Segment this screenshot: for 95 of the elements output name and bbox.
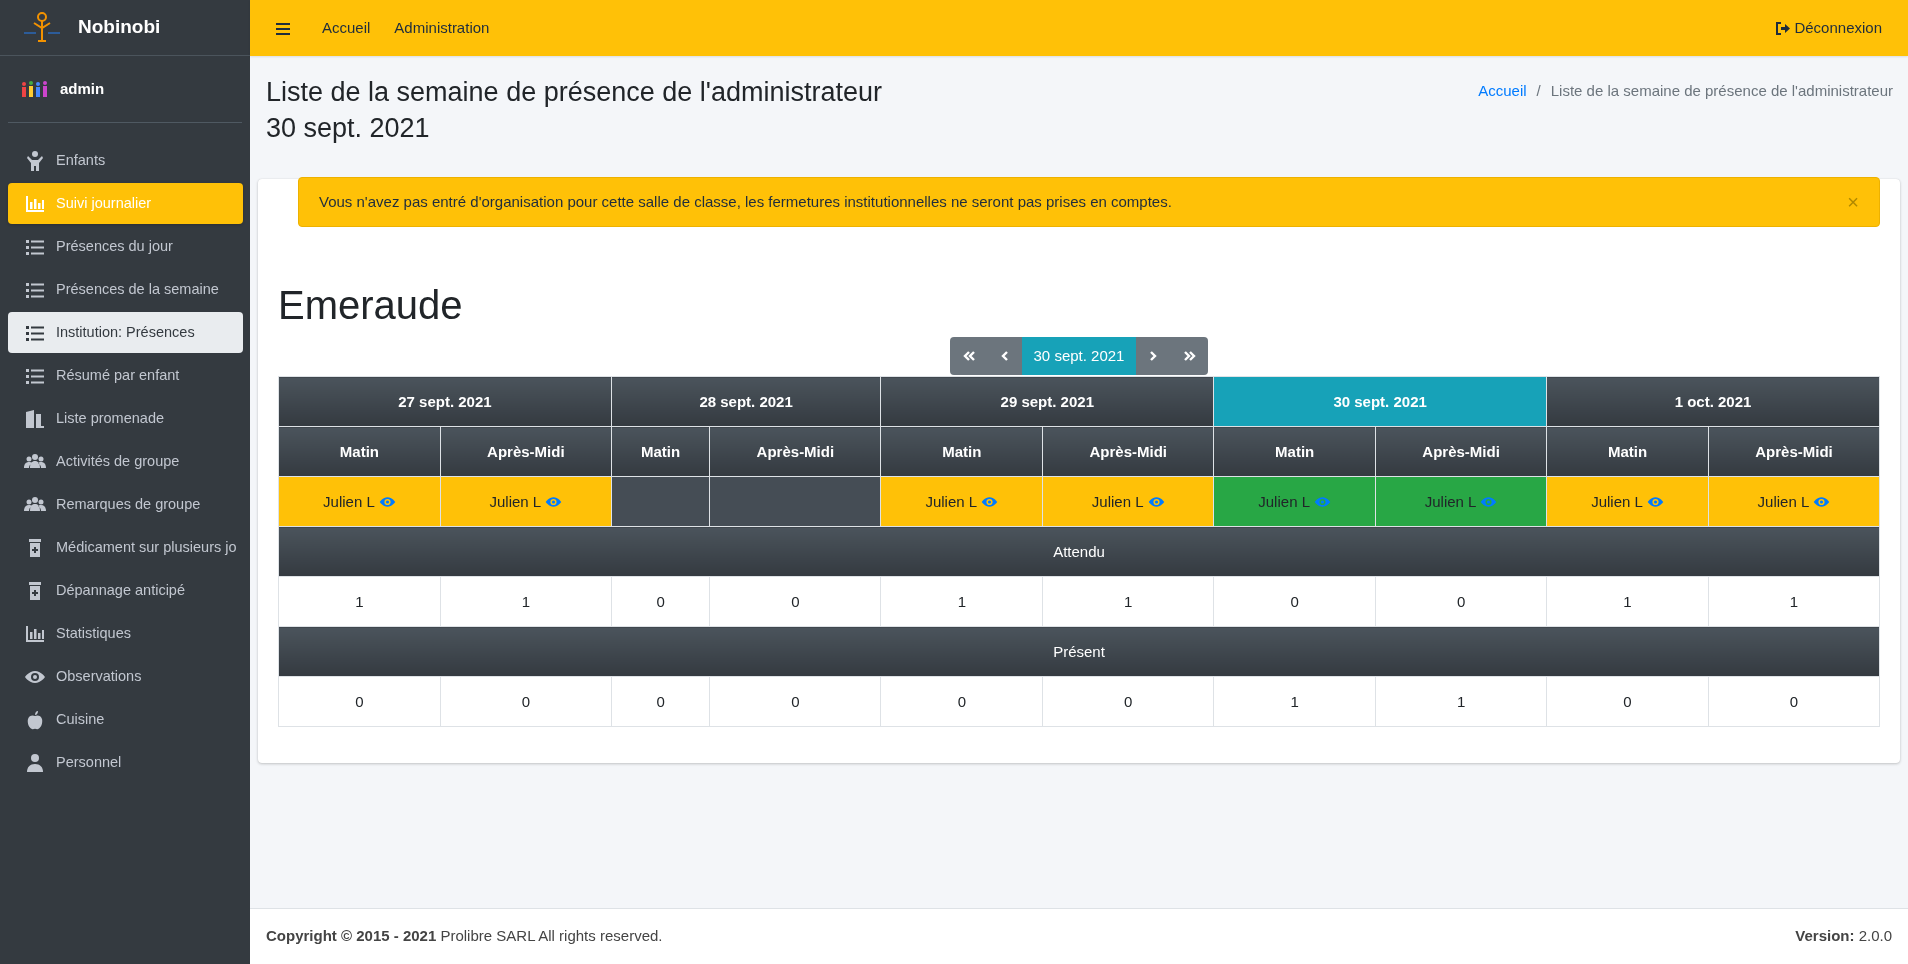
table-cell: 1 <box>1042 576 1214 627</box>
next-button[interactable] <box>1136 337 1171 376</box>
page-date: 30 sept. 2021 <box>266 113 430 144</box>
person-icon <box>24 751 46 774</box>
page-title: Liste de la semaine de présence de l'administrateur <box>266 77 882 107</box>
eye-icon[interactable] <box>1646 495 1664 508</box>
day-header: 29 sept. 2021 <box>880 376 1214 427</box>
slot-header: Après-Midi <box>709 426 881 477</box>
table-cell: 0 <box>880 676 1043 727</box>
table-cell: 0 <box>1375 576 1547 627</box>
table-cell: 0 <box>709 676 881 727</box>
slot-header: Matin <box>278 426 441 477</box>
sidebar-item[interactable]: Observations <box>8 656 243 697</box>
breadcrumb-separator: / <box>1535 81 1542 101</box>
double-chevron-left-icon <box>961 350 976 363</box>
table-cell: 1 <box>440 576 612 627</box>
table-cell: 0 <box>278 676 441 727</box>
slot-header: Matin <box>880 426 1043 477</box>
slot-header: Matin <box>611 426 710 477</box>
eye-icon[interactable] <box>1813 495 1831 508</box>
previous-button[interactable] <box>987 337 1022 376</box>
sidebar-item[interactable]: Médicament sur plusieurs jo <box>8 527 243 568</box>
copyright-text: Copyright © 2015 - 2021 Prolibre SARL All rights reserved. <box>266 926 663 947</box>
child-name[interactable]: Julien L <box>489 490 542 514</box>
sidebar-item[interactable]: Présences du jour <box>8 226 243 267</box>
day-header: 30 sept. 2021 <box>1213 376 1547 427</box>
table-cell: 0 <box>1042 676 1214 727</box>
eye-icon[interactable] <box>1147 495 1165 508</box>
breadcrumb-current: Liste de la semaine de présence de l'administrateur <box>1550 81 1893 101</box>
slot-header: Après-Midi <box>1708 426 1880 477</box>
last-page-button[interactable] <box>1170 337 1209 376</box>
eye-icon[interactable] <box>1314 495 1331 508</box>
eye-icon[interactable] <box>545 495 563 508</box>
child-name[interactable]: Julien L <box>925 490 978 514</box>
eye-icon[interactable] <box>378 495 396 508</box>
child-name[interactable]: Julien L <box>1091 490 1144 514</box>
table-cell: 0 <box>1546 676 1709 727</box>
table-cell: 0 <box>709 576 881 627</box>
child-icon <box>24 149 46 172</box>
table-cell: 1 <box>1708 576 1880 627</box>
door-icon <box>24 407 46 430</box>
sidebar-item[interactable]: Présences de la semaine <box>8 269 243 310</box>
breadcrumb-link[interactable]: Accueil <box>1478 80 1527 103</box>
table-cell: 0 <box>1213 576 1376 627</box>
slot-header: Après-Midi <box>1042 426 1214 477</box>
day-header: 1 oct. 2021 <box>1546 376 1880 427</box>
version-text: Version: 2.0.0 <box>1795 926 1892 947</box>
child-name[interactable]: Julien L <box>1258 490 1310 514</box>
slot-header: Matin <box>1213 426 1376 477</box>
sidebar-item[interactable]: Institution: Présences <box>8 312 243 353</box>
child-name[interactable]: Julien L <box>323 490 375 514</box>
sidebar-item[interactable]: Résumé par enfant <box>8 355 243 396</box>
double-chevron-right-icon <box>1182 350 1197 363</box>
user-name[interactable]: admin <box>60 77 105 101</box>
child-name[interactable]: Julien L <box>1591 490 1643 514</box>
sidebar-item[interactable]: Statistiques <box>8 613 243 654</box>
alert-message: Vous n'avez pas entré d'organisation pour cette salle de classe, les fermetures institutionnelles ne seront pas prises en comptes. <box>319 191 1172 212</box>
eye-icon[interactable] <box>981 495 999 508</box>
table-cell: 0 <box>611 676 710 727</box>
child-name[interactable]: Julien L <box>1424 490 1477 514</box>
sidebar-item[interactable]: Activités de groupe <box>8 441 243 482</box>
table-cell: 1 <box>880 576 1043 627</box>
sidebar-item[interactable]: Cuisine <box>8 699 243 740</box>
sidebar-item[interactable]: Liste promenade <box>8 398 243 439</box>
slot-header: Après-Midi <box>440 426 612 477</box>
day-header: 27 sept. 2021 <box>278 376 612 427</box>
children-icon <box>20 79 48 99</box>
classroom-title: Emeraude <box>278 282 464 330</box>
table-cell: 1 <box>278 576 441 627</box>
table-cell: 0 <box>1708 676 1880 727</box>
sign-out-icon <box>1776 21 1791 35</box>
section-header: Attendu <box>278 526 1880 577</box>
first-page-button[interactable] <box>949 337 988 376</box>
table-cell: 0 <box>611 576 710 627</box>
chevron-left-icon <box>999 350 1010 363</box>
table-cell: 1 <box>1213 676 1376 727</box>
slot-header: Matin <box>1546 426 1709 477</box>
sidebar-item[interactable]: Remarques de groupe <box>8 484 243 525</box>
nav-link[interactable]: Accueil <box>310 10 383 46</box>
brand-name[interactable]: Nobinobi <box>78 13 161 42</box>
table-cell: 1 <box>1375 676 1547 727</box>
nav-link[interactable]: Administration <box>382 10 502 46</box>
table-cell: 1 <box>1546 576 1709 627</box>
child-name[interactable]: Julien L <box>1757 490 1810 514</box>
day-header: 28 sept. 2021 <box>611 376 881 427</box>
sidebar-item[interactable]: Personnel <box>8 742 243 783</box>
sidebar-item[interactable]: Dépannage anticipé <box>8 570 243 611</box>
chevron-right-icon <box>1148 350 1159 363</box>
table-cell: 0 <box>440 676 612 727</box>
slot-header: Après-Midi <box>1375 426 1547 477</box>
eye-icon[interactable] <box>1480 495 1498 508</box>
logout-link[interactable]: Déconnexion <box>1764 10 1894 46</box>
sidebar-item[interactable]: Enfants <box>8 140 243 181</box>
section-header: Présent <box>278 626 1880 677</box>
menu-icon <box>276 22 290 35</box>
